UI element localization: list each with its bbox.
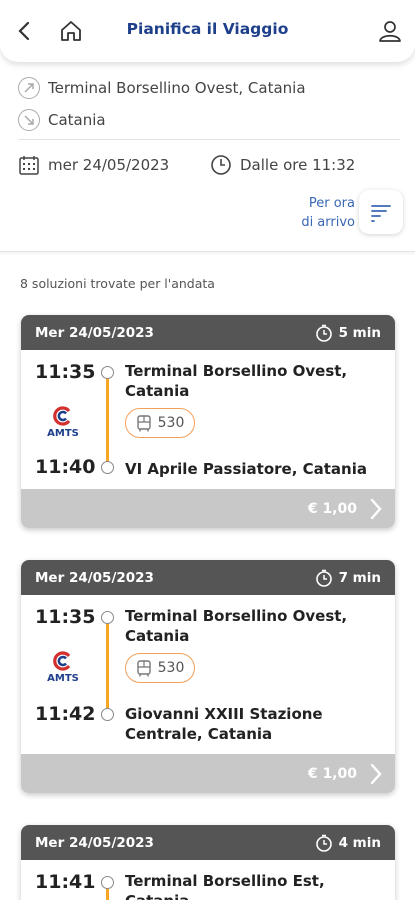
arrival-stop: VI Aprile Passiatore, Catania [125,459,385,479]
departure-stop-line2: Catania [125,627,190,645]
sort-button[interactable] [359,190,403,234]
time-text: Dalle ore 11:32 [240,156,356,174]
duration: 7 min [315,569,381,587]
duration-text: 7 min [338,569,381,586]
arrival-time: 11:42 [35,703,96,725]
sort-label-line2: di arrivo [301,215,355,230]
sort-icon [371,205,391,222]
time-field[interactable]: Dalle ore 11:32 [210,154,355,176]
date-text: mer 24/05/2023 [48,156,170,174]
card-header: Mer 24/05/2023 4 min [21,825,395,860]
operator-logo: AMTS [43,405,83,443]
destination-field[interactable]: Catania [18,109,106,131]
stopwatch-icon [315,324,332,342]
departure-arrow-icon [18,77,40,99]
calendar-icon [19,156,39,175]
departure-stop-line1: Terminal Borsellino Ovest, [125,362,348,380]
page-title: Pianifica il Viaggio [126,20,289,38]
date-field[interactable]: mer 24/05/2023 [18,154,169,176]
line-number: 530 [157,660,185,676]
user-icon [379,21,401,42]
duration-text: 4 min [338,834,381,851]
price: € 1,00 [307,500,357,517]
arrival-time: 11:40 [35,456,96,478]
price-bar[interactable]: € 1,00 [21,754,395,793]
solution-card[interactable]: Mer 24/05/2023 4 min 11:41 Terminal Bors… [21,825,395,900]
departure-time: 11:41 [35,871,96,893]
departure-stop-line1: Terminal Borsellino Ovest, [125,607,348,625]
app-header: Pianifica il Viaggio [0,0,415,62]
arrival-dot [101,461,114,474]
arrival-dot [101,708,114,721]
origin-field[interactable]: Terminal Borsellino Ovest, Catania [18,77,306,99]
card-header: Mer 24/05/2023 7 min [21,560,395,595]
departure-dot [101,366,114,379]
amts-logo-icon [53,651,71,671]
price: € 1,00 [307,765,357,782]
arrival-stop: Giovanni XXIII Stazione Centrale, Catani… [125,704,385,744]
line-number: 530 [157,415,185,431]
origin-text: Terminal Borsellino Ovest, Catania [48,79,306,97]
operator-name: AMTS [47,673,79,684]
solution-card[interactable]: Mer 24/05/2023 5 min 11:35 Terminal Bors… [21,315,395,528]
results-count: 8 soluzioni trovate per l'andata [20,276,215,291]
departure-stop-line1: Terminal Borsellino Est, Catania [125,872,325,900]
line-badge: 530 [125,653,195,683]
search-summary: Terminal Borsellino Ovest, Catania Catan… [0,62,415,252]
divider [18,139,400,140]
clock-icon [211,155,231,175]
departure-time: 11:35 [35,361,96,383]
departure-stop-line2: Catania [125,382,190,400]
chevron-right-icon [370,763,382,784]
arrival-stop-line2: Centrale, Catania [125,725,273,743]
duration: 4 min [315,834,381,852]
operator-name: AMTS [47,428,79,439]
solution-card[interactable]: Mer 24/05/2023 7 min 11:35 Terminal Bors… [21,560,395,793]
profile-button[interactable] [373,14,407,48]
arrival-arrow-icon [18,109,40,131]
route-line [106,372,109,466]
duration-text: 5 min [338,324,381,341]
arrival-stop-line1: VI Aprile Passiatore, Catania [125,460,367,478]
amts-logo-icon [53,406,71,426]
duration: 5 min [315,324,381,342]
chevron-right-icon [370,498,382,519]
operator-logo: AMTS [43,650,83,688]
departure-stop: Terminal Borsellino Ovest, Catania [125,606,385,646]
price-bar[interactable]: € 1,00 [21,489,395,528]
stopwatch-icon [315,834,332,852]
destination-text: Catania [48,111,106,129]
departure-stop: Terminal Borsellino Est, Catania [125,871,385,900]
line-badge: 530 [125,408,195,438]
card-header: Mer 24/05/2023 5 min [21,315,395,350]
departure-dot [101,611,114,624]
bus-icon [136,659,151,676]
bus-icon [136,414,151,431]
stopwatch-icon [315,569,332,587]
card-date: Mer 24/05/2023 [35,834,154,851]
departure-stop: Terminal Borsellino Ovest, Catania [125,361,385,401]
sort-label-line1: Per ora [308,196,355,211]
arrival-stop-line1: Giovanni XXIII Stazione [125,705,323,723]
departure-time: 11:35 [35,606,96,628]
departure-dot [101,876,114,889]
card-date: Mer 24/05/2023 [35,324,154,341]
route-line [106,617,109,714]
sort-label[interactable]: Per ora di arrivo [301,194,355,232]
card-date: Mer 24/05/2023 [35,569,154,586]
